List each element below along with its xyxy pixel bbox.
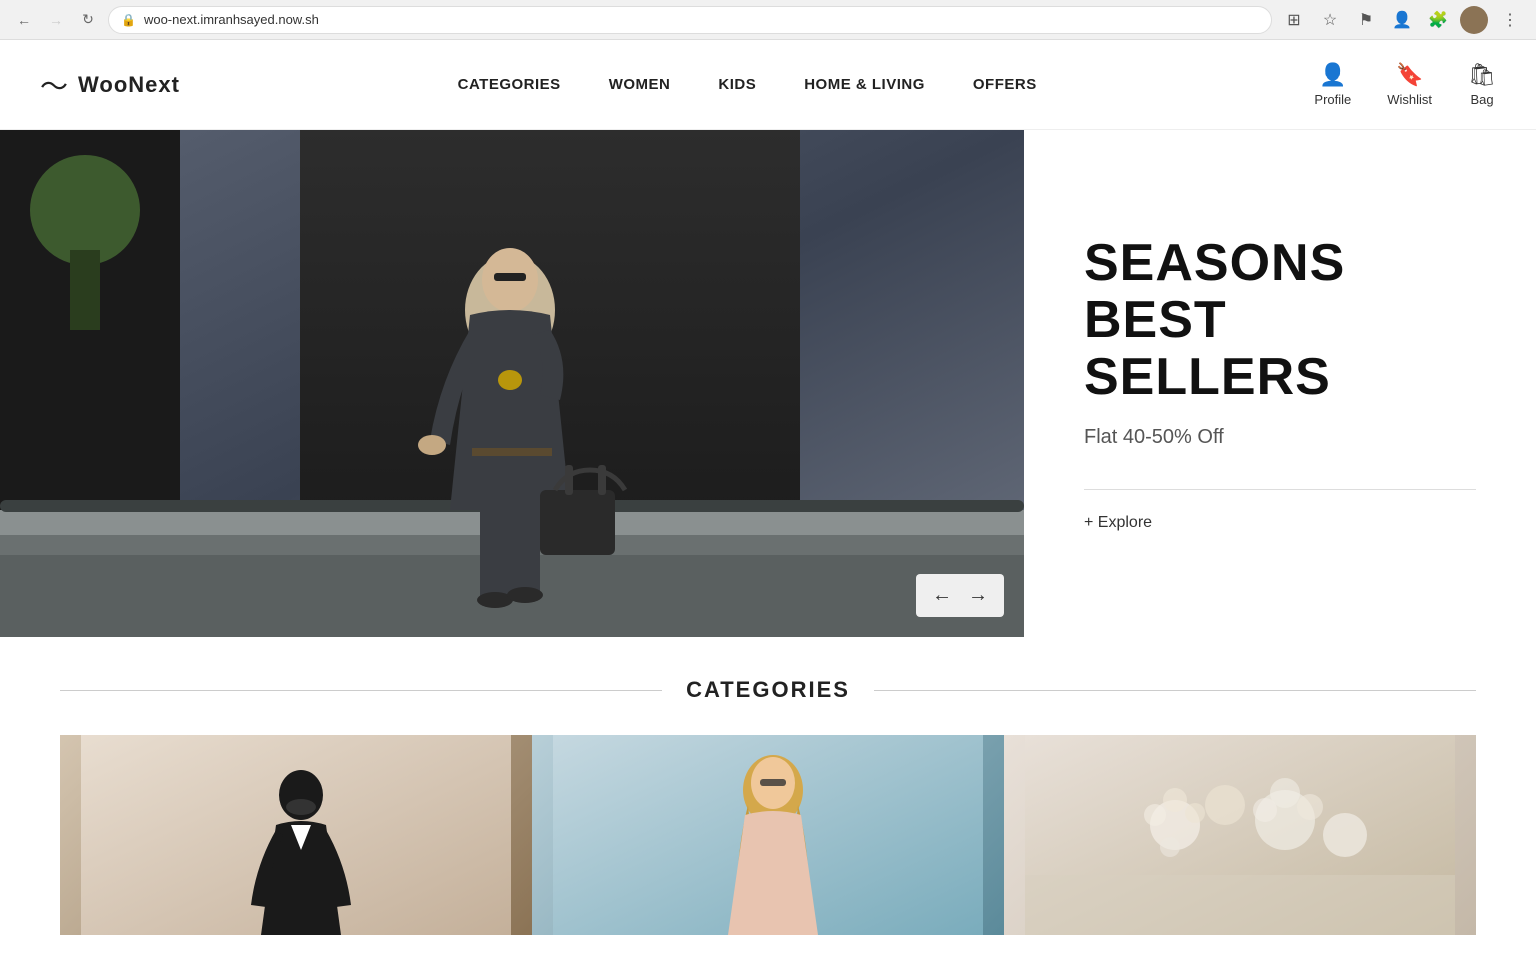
wishlist-icon: 🔖 [1396, 62, 1423, 88]
hero-image: ← → [0, 130, 1024, 637]
nav-categories[interactable]: CATEGORIES [458, 76, 561, 93]
refresh-button[interactable]: ↻ [76, 8, 100, 32]
url-bar[interactable]: 🔒 woo-next.imranhsayed.now.sh [108, 6, 1272, 34]
prev-slide-button[interactable]: ← [932, 584, 952, 607]
logo[interactable]: 〜 WooNext [40, 65, 180, 105]
header-actions: 👤 Profile 🔖 Wishlist 🛍 Bag [1314, 62, 1496, 107]
flag-icon[interactable]: ⚑ [1352, 6, 1380, 34]
browser-toolbar: ⊞ ☆ ⚑ 👤 🧩 ⋮ [1280, 6, 1524, 34]
hero-subtitle: Flat 40-50% Off [1084, 426, 1476, 449]
nav-women[interactable]: WOMEN [609, 76, 671, 93]
browser-chrome: ← → ↻ 🔒 woo-next.imranhsayed.now.sh ⊞ ☆ … [0, 0, 1536, 40]
nav-kids[interactable]: KIDS [718, 76, 756, 93]
extensions-icon[interactable]: 🧩 [1424, 6, 1452, 34]
bag-icon: 🛍 [1468, 62, 1496, 88]
categories-grid [60, 735, 1476, 935]
forward-button[interactable]: → [44, 8, 68, 32]
categories-section: CATEGORIES [0, 637, 1536, 975]
divider-right [874, 690, 1476, 691]
back-button[interactable]: ← [12, 8, 36, 32]
profile-button[interactable]: 👤 Profile [1314, 62, 1351, 107]
main-navigation: CATEGORIES WOMEN KIDS HOME & LIVING OFFE… [458, 76, 1037, 93]
section-title: CATEGORIES [662, 677, 874, 703]
divider-left [60, 690, 662, 691]
more-menu-icon[interactable]: ⋮ [1496, 6, 1524, 34]
wishlist-label: Wishlist [1387, 92, 1432, 107]
category-card-men[interactable] [60, 735, 532, 935]
site-header: 〜 WooNext CATEGORIES WOMEN KIDS HOME & L… [0, 40, 1536, 130]
profile-icon: 👤 [1319, 62, 1346, 88]
hero-content: SEASONS BEST SELLERS Flat 40-50% Off + E… [1024, 130, 1536, 637]
lock-icon: 🔒 [121, 13, 136, 27]
profile-label: Profile [1314, 92, 1351, 107]
logo-icon: 〜 [40, 65, 68, 105]
hero-title-line1: SEASONS [1084, 235, 1476, 292]
next-slide-button[interactable]: → [968, 584, 988, 607]
hero-divider [1084, 489, 1476, 490]
hero-title-line2: BEST SELLERS [1084, 292, 1476, 406]
hero-section: ← → SEASONS BEST SELLERS Flat 40-50% Off… [0, 130, 1536, 637]
bag-label: Bag [1470, 92, 1493, 107]
nav-offers[interactable]: OFFERS [973, 76, 1037, 93]
hero-image-bg [0, 130, 1024, 637]
category-card-home[interactable] [1004, 735, 1476, 935]
category-card-women[interactable] [532, 735, 1004, 935]
wishlist-button[interactable]: 🔖 Wishlist [1387, 62, 1432, 107]
section-header: CATEGORIES [60, 677, 1476, 703]
hero-navigation-arrows: ← → [916, 574, 1004, 617]
account-icon[interactable]: 👤 [1388, 6, 1416, 34]
nav-home-living[interactable]: HOME & LIVING [804, 76, 925, 93]
profile-avatar[interactable] [1460, 6, 1488, 34]
explore-link[interactable]: + Explore [1084, 514, 1476, 532]
bookmark-icon[interactable]: ☆ [1316, 6, 1344, 34]
url-text: woo-next.imranhsayed.now.sh [144, 12, 319, 27]
logo-text: WooNext [78, 72, 180, 98]
screenshot-icon[interactable]: ⊞ [1280, 6, 1308, 34]
bag-button[interactable]: 🛍 Bag [1468, 62, 1496, 107]
